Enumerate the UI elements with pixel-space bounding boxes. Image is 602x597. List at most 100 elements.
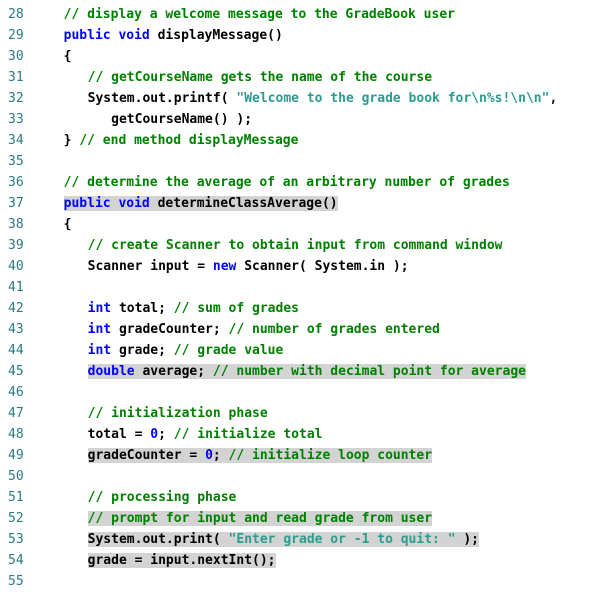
comment: // end method displayMessage xyxy=(79,133,298,148)
string: "Enter grade or -1 to quit: " xyxy=(229,532,456,547)
identifier: gradeCounter = xyxy=(88,448,205,463)
code-line xyxy=(40,151,602,172)
keyword: new xyxy=(213,259,236,274)
keyword: public xyxy=(64,196,111,211)
code-line xyxy=(40,571,602,592)
code-area: // display a welcome message to the Grad… xyxy=(40,4,602,592)
code-line: gradeCounter = 0; // initialize loop cou… xyxy=(40,445,602,466)
code-line: // getCourseName gets the name of the co… xyxy=(40,67,602,88)
line-number: 52 xyxy=(8,508,24,529)
code-line xyxy=(40,277,602,298)
line-number: 47 xyxy=(8,403,24,424)
keyword: int xyxy=(88,343,111,358)
line-number: 30 xyxy=(8,46,24,67)
brace: { xyxy=(64,49,72,64)
comment: // create Scanner to obtain input from c… xyxy=(88,238,503,253)
keyword: public xyxy=(64,28,111,43)
code-line: getCourseName() ); xyxy=(40,109,602,130)
line-number: 37 xyxy=(8,193,24,214)
identifier: determineClassAverage() xyxy=(150,196,338,211)
code-line: int total; // sum of grades xyxy=(40,298,602,319)
line-number: 46 xyxy=(8,382,24,403)
keyword: void xyxy=(118,28,149,43)
comment: // initialize loop counter xyxy=(229,448,433,463)
line-number: 35 xyxy=(8,151,24,172)
code-line: int gradeCounter; // number of grades en… xyxy=(40,319,602,340)
comment: // initialization phase xyxy=(88,406,268,421)
comment: // sum of grades xyxy=(174,301,299,316)
punct: ; xyxy=(158,427,174,442)
line-number: 44 xyxy=(8,340,24,361)
code-line: { xyxy=(40,214,602,235)
punct: ; xyxy=(213,448,229,463)
code-line: int grade; // grade value xyxy=(40,340,602,361)
code-line: System.out.print( "Enter grade or -1 to … xyxy=(40,529,602,550)
line-number: 40 xyxy=(8,256,24,277)
comment: // grade value xyxy=(174,343,284,358)
punct: ); xyxy=(456,532,479,547)
line-number: 42 xyxy=(8,298,24,319)
code-line: grade = input.nextInt(); xyxy=(40,550,602,571)
brace: { xyxy=(64,217,72,232)
comment: // number of grades entered xyxy=(229,322,440,337)
comment: // getCourseName gets the name of the co… xyxy=(88,70,432,85)
line-number: 53 xyxy=(8,529,24,550)
comment: // determine the average of an arbitrary… xyxy=(64,175,510,190)
string: "Welcome to the grade book for\n%s!\n\n" xyxy=(236,91,549,106)
line-number: 38 xyxy=(8,214,24,235)
code-line: // prompt for input and read grade from … xyxy=(40,508,602,529)
identifier: grade; xyxy=(111,343,174,358)
code-line: // processing phase xyxy=(40,487,602,508)
line-number: 43 xyxy=(8,319,24,340)
keyword: int xyxy=(88,301,111,316)
line-number: 32 xyxy=(8,88,24,109)
comment: // display a welcome message to the Grad… xyxy=(64,7,455,22)
identifier: gradeCounter; xyxy=(111,322,228,337)
line-number: 31 xyxy=(8,67,24,88)
code-line: public void determineClassAverage() xyxy=(40,193,602,214)
punct: , xyxy=(549,91,557,106)
code-line: public void displayMessage() xyxy=(40,25,602,46)
number: 0 xyxy=(205,448,213,463)
identifier: getCourseName() ); xyxy=(88,112,252,127)
identifier: total = xyxy=(88,427,151,442)
line-number: 54 xyxy=(8,550,24,571)
keyword: void xyxy=(111,196,150,211)
code-line xyxy=(40,382,602,403)
code-line: Scanner input = new Scanner( System.in )… xyxy=(40,256,602,277)
identifier: total; xyxy=(111,301,174,316)
identifier: Scanner( System.in ); xyxy=(236,259,408,274)
identifier: average; xyxy=(135,364,213,379)
line-number: 50 xyxy=(8,466,24,487)
line-number: 45 xyxy=(8,361,24,382)
comment: // number with decimal point for average xyxy=(213,364,526,379)
code-line: // create Scanner to obtain input from c… xyxy=(40,235,602,256)
identifier: System.out.print( xyxy=(88,532,229,547)
code-container: 28 29 30 31 32 33 34 35 36 37 38 39 40 4… xyxy=(0,0,602,596)
line-number: 29 xyxy=(8,25,24,46)
code-line: } // end method displayMessage xyxy=(40,130,602,151)
identifier: grade = input.nextInt(); xyxy=(88,553,276,568)
code-line: // display a welcome message to the Grad… xyxy=(40,4,602,25)
comment: // initialize total xyxy=(174,427,323,442)
line-number: 39 xyxy=(8,235,24,256)
code-line: { xyxy=(40,46,602,67)
code-line: System.out.printf( "Welcome to the grade… xyxy=(40,88,602,109)
code-line: // initialization phase xyxy=(40,403,602,424)
number: 0 xyxy=(150,427,158,442)
code-line: total = 0; // initialize total xyxy=(40,424,602,445)
line-number: 55 xyxy=(8,571,24,592)
line-number: 51 xyxy=(8,487,24,508)
line-number: 36 xyxy=(8,172,24,193)
identifier: Scanner input = xyxy=(88,259,213,274)
identifier: System.out.printf( xyxy=(88,91,237,106)
keyword: int xyxy=(88,322,111,337)
code-line: double average; // number with decimal p… xyxy=(40,361,602,382)
line-number: 33 xyxy=(8,109,24,130)
code-line xyxy=(40,466,602,487)
comment: // prompt for input and read grade from … xyxy=(88,511,432,526)
line-number: 34 xyxy=(8,130,24,151)
identifier: displayMessage() xyxy=(150,28,283,43)
comment: // processing phase xyxy=(88,490,237,505)
line-number-gutter: 28 29 30 31 32 33 34 35 36 37 38 39 40 4… xyxy=(0,4,40,592)
